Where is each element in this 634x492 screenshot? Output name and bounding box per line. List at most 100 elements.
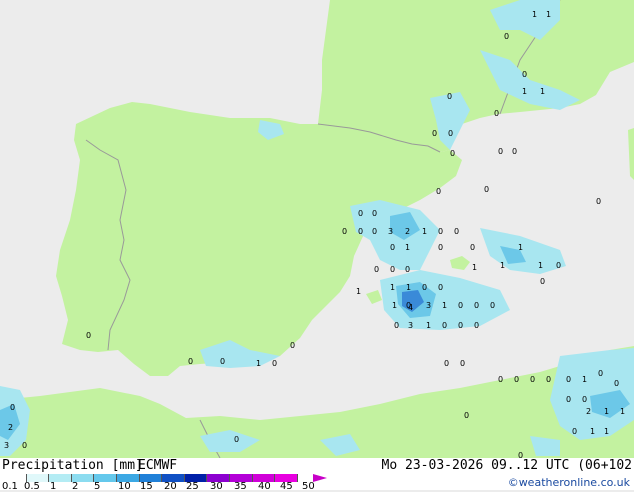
scale-tick-label: 40 [258,481,271,492]
precip-value: 1 [500,261,506,270]
precip-value: 0 [86,331,92,340]
precip-value: 0 [474,321,480,330]
precip-value: 3 [4,441,10,450]
precip-value: 0 [458,301,464,310]
precip-value: 1 [540,87,546,96]
map-canvas [0,0,634,458]
precip-value: 1 [538,261,544,270]
precip-value: 0 [498,375,504,384]
precip-value: 0 [556,261,562,270]
precip-value: 1 [392,301,398,310]
scale-tick-label: 0.1 [2,481,18,492]
precip-value: 0 [540,277,546,286]
scale-tick-label: 50 [302,481,315,492]
map-title: Precipitation [mm] [2,458,143,473]
precip-value: 1 [546,10,552,19]
precip-value: 0 [234,435,240,444]
precip-value: 1 [582,375,588,384]
scale-tick-label: 0.5 [24,481,40,492]
precip-value: 0 [484,185,490,194]
precip-value: 1 [590,427,596,436]
precip-value: 0 [394,321,400,330]
precipitation-map[interactable]: 1100110000000000000003210001001000110011… [0,0,634,458]
precip-value: 3 [408,321,414,330]
precip-value: 0 [188,357,194,366]
precip-value: 3 [426,301,432,310]
precip-value: 0 [464,411,470,420]
precip-value: 1 [390,283,396,292]
precip-value: 0 [436,187,442,196]
precip-value: 0 [432,129,438,138]
precip-value: 0 [444,359,450,368]
precip-value: 1 [256,359,262,368]
precip-value: 0 [390,265,396,274]
precip-value: 0 [10,403,16,412]
precip-value: 0 [438,227,444,236]
model-name: ECMWF [138,458,178,473]
precip-value: 1 [604,427,610,436]
scale-tick-label: 1 [50,481,57,492]
land-france [318,0,634,152]
precip-value: 0 [272,359,278,368]
precip-value: 0 [460,359,466,368]
precip-value: 0 [422,283,428,292]
precip-value: 0 [450,149,456,158]
precip-value: 0 [572,427,578,436]
precip-value: 0 [374,265,380,274]
scale-tick-label: 2 [72,481,79,492]
precip-value: 0 [474,301,480,310]
precip-value: 0 [470,243,476,252]
precip-value: 0 [342,227,348,236]
precip-value: 0 [582,395,588,404]
precip-value: 0 [438,283,444,292]
precip-value: 0 [220,357,226,366]
precip-value: 1 [522,87,528,96]
precip-value: 0 [290,341,296,350]
scale-tick-label: 30 [210,481,223,492]
precip-value: 1 [518,243,524,252]
precip-value: 2 [405,227,411,236]
precip-value: 0 [512,147,518,156]
precip-value: 1 [472,263,478,272]
land-corsica-edge [628,128,634,180]
precip-value: 0 [438,243,444,252]
precip-value: 1 [406,283,412,292]
land-ibiza [366,290,382,304]
precip-value: 1 [620,407,626,416]
precip-value: 0 [358,227,364,236]
precip-value: 0 [405,265,411,274]
precip-value: 0 [390,243,396,252]
credit-link[interactable]: ©weatheronline.co.uk [508,476,630,489]
precip-value: 0 [614,379,620,388]
precip-value: 2 [8,423,14,432]
valid-time: Mo 23-03-2026 09..12 UTC (06+102 [381,458,632,473]
precip-value: 1 [422,227,428,236]
precip-value: 0 [447,92,453,101]
precip-value: 1 [532,10,538,19]
scale-arrow-icon [313,474,327,482]
precip-value: 0 [442,321,448,330]
precip-value: 0 [22,441,28,450]
precip-value: 0 [596,197,602,206]
precip-value: 0 [498,147,504,156]
precip-value: 1 [604,407,610,416]
precip-value: 2 [586,407,592,416]
precip-value: 0 [372,227,378,236]
precip-value: 0 [546,375,552,384]
precip-value: 0 [530,375,536,384]
precip-value: 1 [426,321,432,330]
scale-tick-label: 35 [234,481,247,492]
precip-value: 0 [490,301,496,310]
precip-value: 0 [448,129,454,138]
precip-value: 0 [454,227,460,236]
precip-value: 0 [358,209,364,218]
scale-tick-label: 5 [94,481,101,492]
scale-tick-label: 15 [140,481,153,492]
precip-value: 4 [408,303,414,312]
precip-value: 1 [442,301,448,310]
precip-value: 0 [372,209,378,218]
precip-value: 0 [566,375,572,384]
precip-value: 1 [405,243,411,252]
precip-value: 0 [598,369,604,378]
land-menorca [450,256,470,270]
